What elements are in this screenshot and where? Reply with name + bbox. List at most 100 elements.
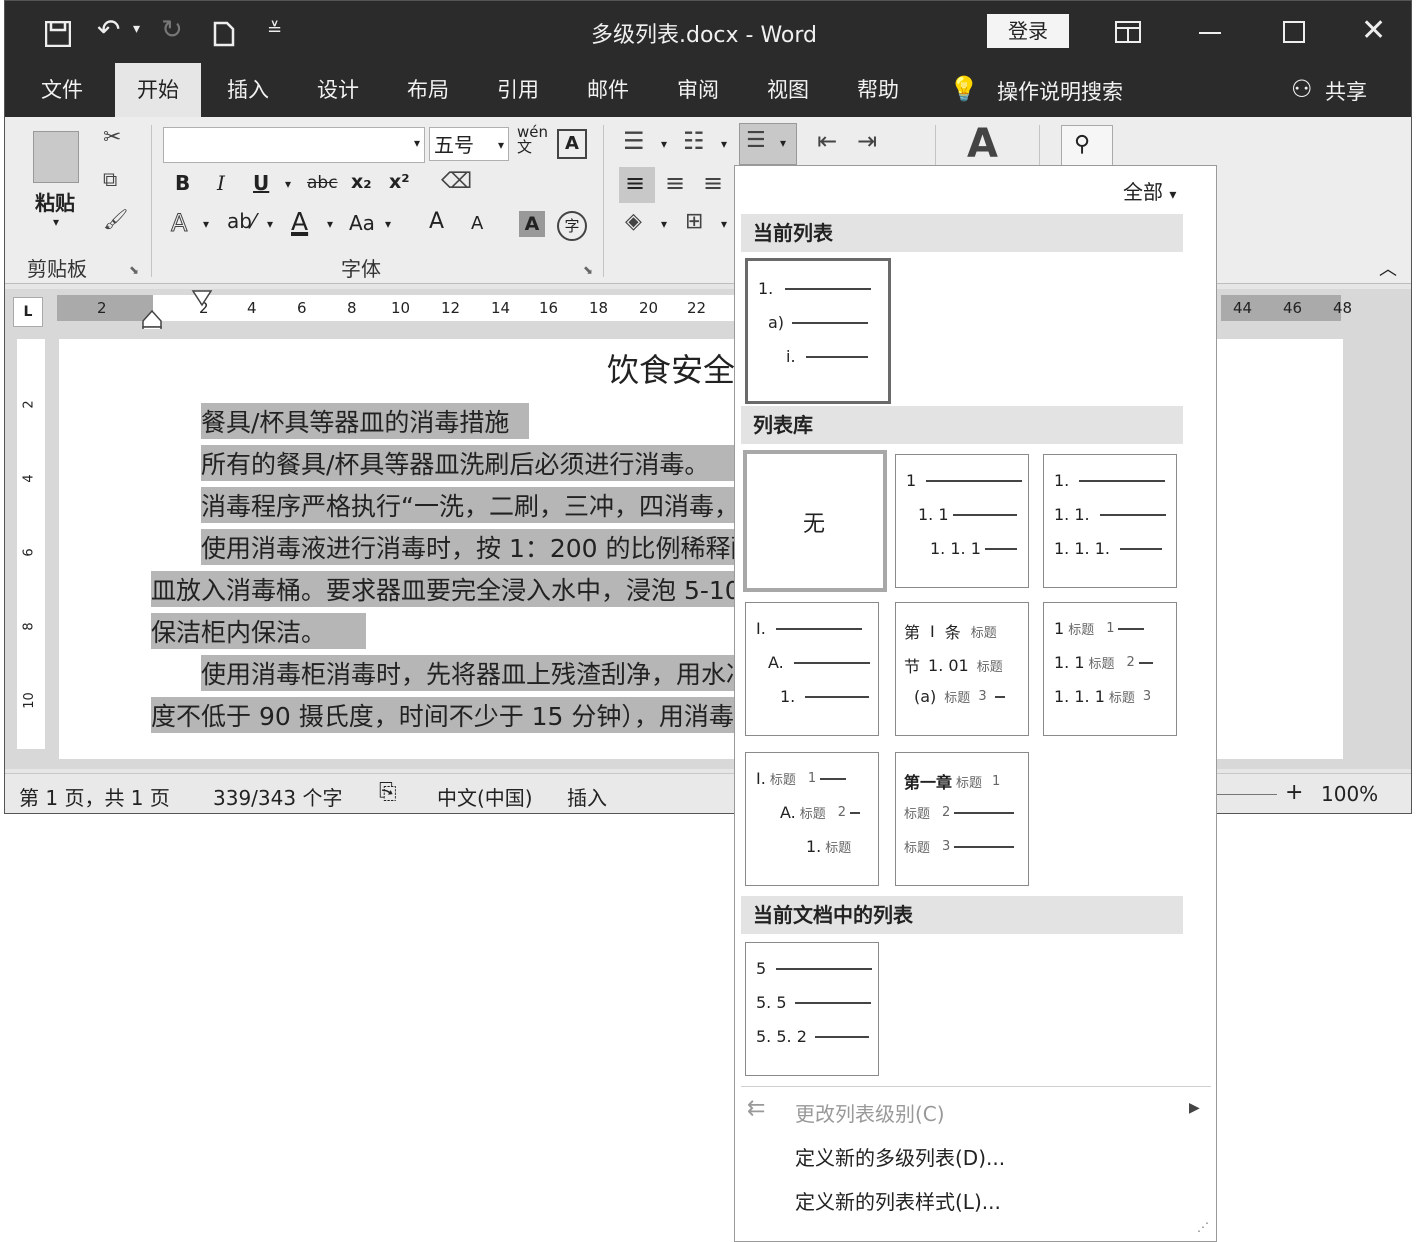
tab-home[interactable]: 开始: [115, 63, 201, 117]
chevron-down-icon[interactable]: ▾: [661, 137, 667, 151]
numbering-icon[interactable]: ☷: [683, 127, 705, 155]
styles-icon[interactable]: A: [967, 121, 998, 167]
first-line-indent-marker-icon[interactable]: [191, 289, 213, 309]
tell-me-search[interactable]: 操作说明搜索: [997, 76, 1123, 106]
document-list-thumbnail[interactable]: 5 5. 5 5. 5. 2: [745, 942, 879, 1076]
change-case-button[interactable]: Aa: [349, 211, 375, 235]
filter-label: 全部: [1123, 180, 1163, 204]
tab-help[interactable]: 帮助: [835, 63, 921, 117]
tab-insert[interactable]: 插入: [205, 63, 291, 117]
chevron-down-icon[interactable]: ▾: [721, 217, 727, 231]
increase-indent-icon[interactable]: ⇥: [857, 127, 877, 155]
center-icon[interactable]: ≡: [665, 169, 685, 197]
superscript-button[interactable]: x²: [389, 171, 410, 193]
paste-button[interactable]: 粘贴: [35, 187, 75, 216]
clear-formatting-icon[interactable]: ⌫: [441, 169, 472, 194]
current-list-thumbnail[interactable]: 1. a) i.: [745, 258, 891, 404]
ribbon-display-options-icon[interactable]: [1115, 21, 1141, 43]
multilevel-list-button[interactable]: ☰ ▾: [739, 123, 797, 165]
character-shading-icon[interactable]: A: [519, 211, 545, 237]
shading-icon[interactable]: ◈: [625, 209, 642, 234]
list-library-numbered-1[interactable]: 1 1. 1 1. 1. 1: [895, 454, 1029, 588]
tab-selector-icon[interactable]: L: [13, 297, 43, 327]
resize-grip-icon[interactable]: ⋰: [1197, 1220, 1209, 1234]
borders-icon[interactable]: ⊞: [685, 209, 703, 234]
chevron-down-icon[interactable]: ▾: [327, 217, 333, 231]
list-library-heading-numbered[interactable]: 1 标题 1 1. 1 标题 2 1. 1. 1 标题 3: [1043, 602, 1177, 736]
vertical-ruler[interactable]: 2 4 6 8 10: [17, 339, 45, 749]
font-color-icon[interactable]: A: [291, 207, 308, 236]
character-border-icon[interactable]: A: [557, 129, 587, 159]
shrink-font-button[interactable]: A: [471, 213, 483, 234]
chevron-down-icon[interactable]: ▾: [267, 217, 273, 231]
italic-button[interactable]: I: [217, 171, 225, 195]
grow-font-button[interactable]: A: [429, 209, 444, 234]
font-size-input[interactable]: 五号 ▾: [429, 127, 509, 161]
login-button[interactable]: 登录: [987, 14, 1069, 48]
enclose-characters-icon[interactable]: 字: [557, 211, 587, 241]
minimize-icon[interactable]: [1199, 32, 1221, 34]
cut-icon[interactable]: ✂: [103, 125, 121, 150]
tab-file[interactable]: 文件: [19, 63, 105, 117]
change-list-level-item[interactable]: 更改列表级别(C): [795, 1098, 945, 1127]
tab-review[interactable]: 审阅: [655, 63, 741, 117]
list-library-chapter-heading[interactable]: 第一章 标题 1 标题 2 标题 3: [895, 752, 1029, 886]
new-document-icon[interactable]: [213, 21, 235, 47]
dialog-launcher-icon[interactable]: ⬊: [129, 263, 139, 277]
dialog-launcher-icon[interactable]: ⬊: [583, 263, 593, 277]
font-name-input[interactable]: ▾: [163, 127, 425, 163]
maximize-icon[interactable]: [1283, 21, 1305, 43]
tab-layout[interactable]: 布局: [385, 63, 471, 117]
underline-dropdown-icon[interactable]: ▾: [285, 177, 291, 191]
bold-button[interactable]: B: [175, 171, 190, 195]
phonetic-guide-icon[interactable]: wén 文: [517, 125, 548, 155]
tab-references[interactable]: 引用: [475, 63, 561, 117]
text-effects-icon[interactable]: A: [170, 209, 187, 238]
format-painter-icon[interactable]: 🖌: [103, 207, 128, 231]
list-library-numbered-2[interactable]: 1. 1. 1. 1. 1. 1.: [1043, 454, 1177, 588]
list-library-none[interactable]: 无: [743, 450, 887, 592]
page-count[interactable]: 第 1 页，共 1 页: [19, 782, 170, 811]
zoom-slider[interactable]: [1217, 794, 1277, 795]
tab-mailings[interactable]: 邮件: [565, 63, 651, 117]
bullets-icon[interactable]: ☰: [623, 127, 645, 155]
highlight-icon[interactable]: ab⁄: [227, 209, 255, 233]
align-left-button[interactable]: ≡: [619, 167, 655, 203]
proofing-icon[interactable]: ⎘: [379, 780, 397, 805]
list-library-roman[interactable]: I. A. 1.: [745, 602, 879, 736]
define-new-list-style-item[interactable]: 定义新的列表样式(L)...: [795, 1186, 1001, 1215]
chevron-down-icon[interactable]: ▾: [385, 217, 391, 231]
define-new-multilevel-item[interactable]: 定义新的多级列表(D)...: [795, 1142, 1005, 1171]
share-button[interactable]: 共享: [1325, 76, 1367, 106]
chevron-down-icon[interactable]: ▾: [661, 217, 667, 231]
redo-icon[interactable]: ↻: [161, 15, 183, 45]
copy-icon[interactable]: ⧉: [103, 167, 117, 191]
tab-view[interactable]: 视图: [745, 63, 831, 117]
zoom-level[interactable]: 100%: [1321, 782, 1378, 806]
insert-mode[interactable]: 插入: [567, 782, 607, 811]
decrease-indent-icon[interactable]: ⇤: [817, 127, 837, 155]
close-icon[interactable]: ✕: [1361, 13, 1386, 48]
list-library-roman-heading[interactable]: I. 标题 1 A. 标题 2 1. 标题: [745, 752, 879, 886]
find-button[interactable]: ⚲: [1061, 125, 1113, 167]
underline-button[interactable]: U: [253, 171, 269, 195]
customize-toolbar-icon[interactable]: ≚: [267, 19, 282, 40]
collapse-ribbon-icon[interactable]: ︿: [1379, 255, 1397, 281]
language-indicator[interactable]: 中文(中国): [437, 782, 533, 811]
chevron-down-icon[interactable]: ▾: [203, 217, 209, 231]
undo-icon[interactable]: ↶: [97, 13, 120, 46]
zoom-in-button[interactable]: +: [1285, 780, 1303, 805]
save-icon[interactable]: [45, 21, 71, 47]
filter-dropdown[interactable]: 全部 ▾: [1123, 176, 1176, 205]
list-library-article-section[interactable]: 第 Ⅰ 条标题 节 1. 01 标题 (a) 标题 3: [895, 602, 1029, 736]
align-right-icon[interactable]: ≡: [703, 169, 723, 197]
chevron-down-icon[interactable]: ▾: [721, 137, 727, 151]
tab-design[interactable]: 设计: [295, 63, 381, 117]
word-count[interactable]: 339/343 个字: [213, 782, 342, 811]
undo-dropdown-icon[interactable]: ▾: [133, 21, 140, 37]
paste-dropdown-icon[interactable]: ▾: [53, 215, 59, 229]
subscript-button[interactable]: x₂: [351, 171, 372, 193]
paste-icon[interactable]: [33, 131, 79, 183]
ruler-tick: 12: [441, 299, 461, 317]
strikethrough-button[interactable]: abc: [307, 173, 338, 193]
